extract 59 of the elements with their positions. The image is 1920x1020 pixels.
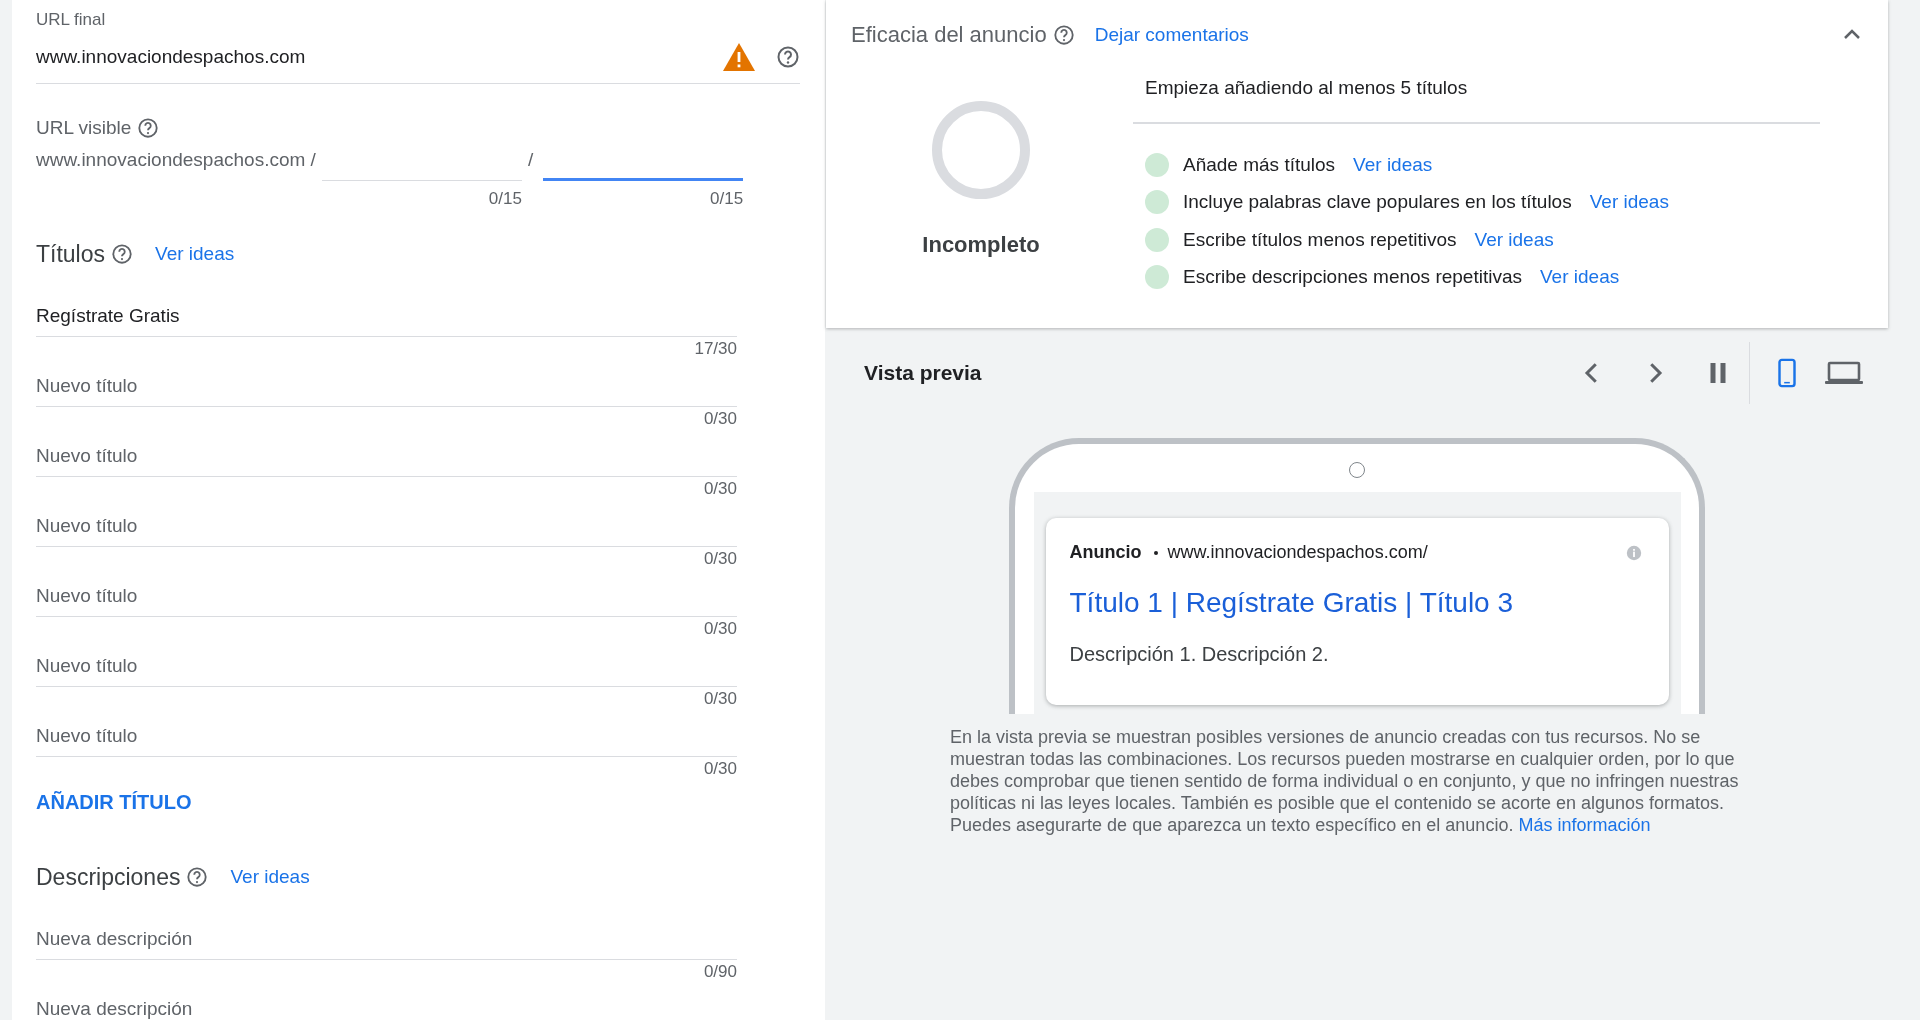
input-field[interactable]: Nuevo título (36, 361, 737, 407)
input-field[interactable]: Nuevo título (36, 431, 737, 477)
help-icon[interactable] (137, 117, 160, 139)
ad-headline[interactable]: Título 1 | Regístrate Gratis | Título 3 (1069, 587, 1643, 619)
field-label: URL final (36, 10, 107, 30)
character-counter: 0/30 (703, 758, 737, 780)
ad-url: www.innovaciondespachos.com/ (1167, 542, 1429, 563)
character-counter: 17/30 (694, 338, 737, 360)
character-counter: 0/30 (703, 548, 737, 570)
path-separator: / (527, 149, 534, 171)
tip-text: Incluye palabras clave populares en los títulos (1183, 191, 1572, 214)
status-dot (1145, 152, 1169, 177)
character-counter: 0/15 (488, 189, 522, 209)
help-icon[interactable] (186, 866, 209, 888)
input-field[interactable]: Nueva descripción (36, 984, 737, 1020)
ad-label: Anuncio (1069, 542, 1142, 563)
ideas-link[interactable]: Ver ideas (1540, 266, 1620, 289)
more-info-link[interactable]: Más información (1518, 815, 1651, 835)
input-field[interactable]: Regístrate Gratis (36, 291, 737, 337)
input-field[interactable]: Nueva descripción (36, 914, 737, 960)
dot-separator-icon (1153, 550, 1158, 555)
character-counter: 0/30 (703, 408, 737, 430)
input-field[interactable]: Nuevo título (36, 711, 737, 757)
input-field[interactable]: Nuevo título (36, 501, 737, 547)
help-icon[interactable] (1052, 24, 1075, 46)
ideas-link[interactable]: Ver ideas (1589, 191, 1669, 214)
add-headline-button[interactable]: AÑADIR TÍTULO (36, 783, 192, 822)
character-counter: 0/15 (710, 189, 744, 209)
tip-text: Escribe títulos menos repetitivos (1183, 228, 1457, 251)
preview-disclaimer: En la vista previa se muestran posibles versiones de anuncio creadas con tus recursos. No se muestran todas las combinaciones. Los recursos pueden mostrarse en cualquier orden, por lo que debes comprobar que tienen sentido de forma individual o en conjunto, y que no infringen nuestras políticas ni las leyes locales. También es posible que el contenido se acorte en algunos formatos. Puedes asegurarte de que aparezca un texto específico en el anuncio. Más información (950, 726, 1740, 836)
input-field[interactable]: Nuevo título (36, 571, 737, 617)
input-field[interactable]: Nuevo título (36, 641, 737, 687)
tip-text: Escribe descripciones menos repetitivas (1183, 266, 1522, 289)
field-label: URL visible (36, 117, 132, 139)
character-counter: 0/30 (703, 478, 737, 500)
character-counter: 0/30 (703, 618, 737, 640)
preview-title: Vista previa (864, 361, 983, 385)
ideas-link[interactable]: Ver ideas (1474, 228, 1554, 251)
help-icon[interactable] (776, 44, 800, 69)
section-heading: Descripciones (36, 863, 181, 891)
character-counter: 0/90 (703, 961, 737, 983)
status-dot (1145, 265, 1169, 290)
section-heading: Títulos (36, 240, 106, 268)
status-dot (1145, 227, 1169, 252)
ideas-link[interactable]: Ver ideas (1353, 153, 1433, 176)
card-title: Eficacia del anuncio (851, 22, 1047, 48)
ad-description: Descripción 1. Descripción 2. (1069, 643, 1330, 666)
ideas-link[interactable]: Ver ideas (230, 866, 310, 888)
feedback-link[interactable]: Dejar comentarios (1094, 24, 1249, 46)
laptop-icon[interactable] (1824, 359, 1864, 387)
status-dot (1145, 190, 1169, 215)
ideas-link[interactable]: Ver ideas (155, 243, 235, 265)
strength-hint: Empieza añadiendo al menos 5 títulos (1133, 70, 1820, 124)
url-domain: www.innovaciondespachos.com / (36, 149, 316, 171)
help-icon[interactable] (111, 243, 134, 265)
strength-rating: Incompleto (922, 232, 1040, 258)
character-counter: 0/30 (703, 688, 737, 710)
input-field[interactable]: www.innovaciondespachos.com (36, 36, 722, 77)
tip-text: Añade más títulos (1183, 153, 1336, 176)
